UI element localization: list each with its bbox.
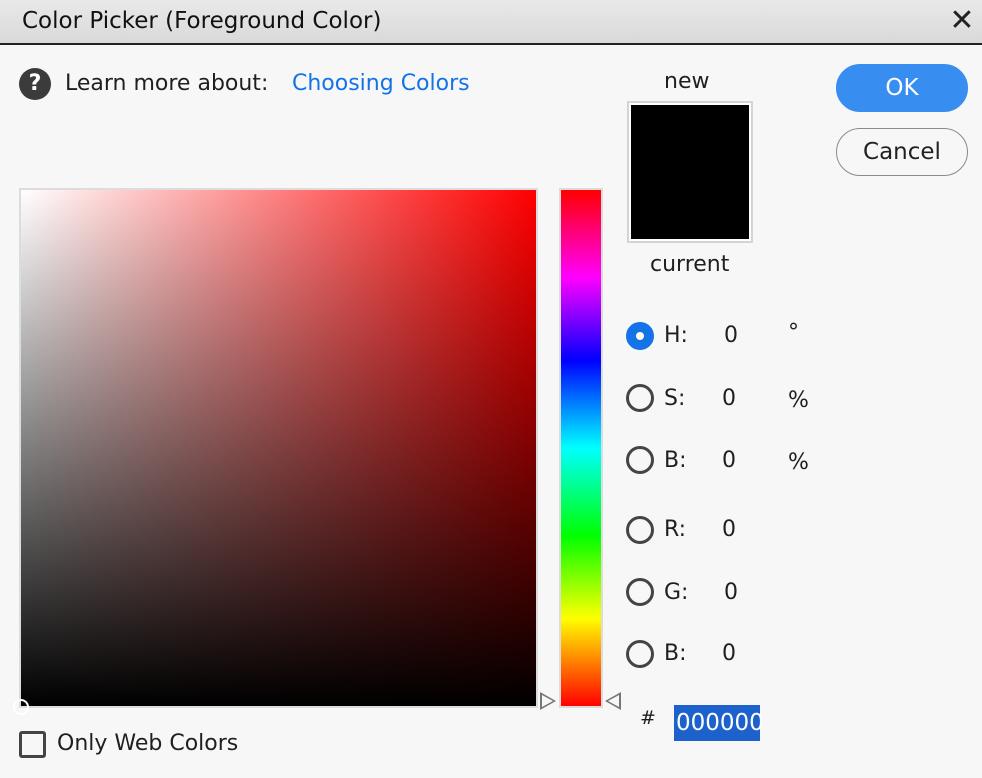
new-color-swatch bbox=[631, 105, 749, 239]
red-radio[interactable] bbox=[626, 516, 654, 544]
color-field[interactable] bbox=[13, 188, 538, 715]
new-color-label: new bbox=[664, 69, 710, 94]
hue-unit: ° bbox=[788, 320, 799, 345]
color-field-marker[interactable] bbox=[13, 699, 29, 715]
red-input[interactable]: 0 bbox=[722, 517, 762, 542]
choosing-colors-link[interactable]: Choosing Colors bbox=[292, 71, 470, 96]
brightness-unit: % bbox=[788, 450, 809, 475]
cancel-button[interactable]: Cancel bbox=[836, 128, 968, 176]
close-icon[interactable]: ✕ bbox=[946, 4, 978, 38]
hue-slider-bar[interactable] bbox=[559, 188, 603, 708]
green-label: G: bbox=[664, 580, 689, 605]
learn-more-label: Learn more about: bbox=[65, 71, 269, 96]
ok-button[interactable]: OK bbox=[836, 64, 968, 112]
hue-slider-right-handle[interactable] bbox=[605, 692, 621, 710]
green-input[interactable]: 0 bbox=[724, 580, 764, 605]
current-color-label: current bbox=[650, 252, 730, 277]
blue-radio[interactable] bbox=[626, 640, 654, 668]
saturation-unit: % bbox=[788, 388, 809, 413]
brightness-input[interactable]: 0 bbox=[722, 448, 762, 473]
color-preview-swatch bbox=[627, 101, 753, 243]
hex-input[interactable]: 000000 bbox=[674, 705, 764, 741]
hue-radio[interactable] bbox=[626, 322, 654, 350]
only-web-colors-label: Only Web Colors bbox=[57, 731, 239, 756]
blue-label: B: bbox=[664, 641, 687, 666]
red-label: R: bbox=[664, 517, 687, 542]
brightness-radio[interactable] bbox=[626, 446, 654, 474]
title-bar: Color Picker (Foreground Color) ✕ bbox=[0, 0, 982, 45]
window-title: Color Picker (Foreground Color) bbox=[22, 8, 382, 34]
saturation-input[interactable]: 0 bbox=[722, 386, 762, 411]
brightness-label: B: bbox=[664, 448, 687, 473]
hex-prefix: # bbox=[640, 707, 656, 729]
only-web-colors-checkbox[interactable] bbox=[19, 731, 46, 758]
hue-label: H: bbox=[664, 323, 688, 348]
green-radio[interactable] bbox=[626, 578, 654, 606]
hue-input[interactable]: 0 bbox=[724, 323, 764, 348]
help-icon[interactable]: ? bbox=[19, 68, 51, 100]
blue-input[interactable]: 0 bbox=[722, 641, 762, 666]
saturation-radio[interactable] bbox=[626, 384, 654, 412]
saturation-label: S: bbox=[664, 386, 686, 411]
hue-slider-left-handle[interactable] bbox=[540, 692, 556, 710]
